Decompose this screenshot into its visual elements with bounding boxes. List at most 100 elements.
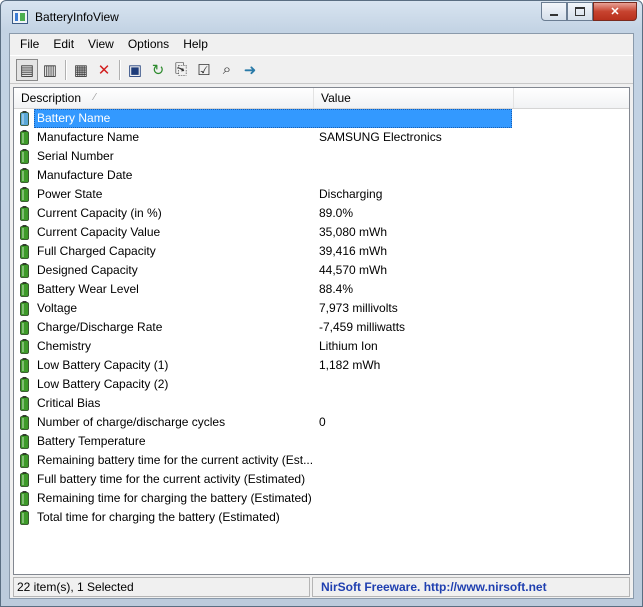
list-item[interactable]: Battery Wear Level 88.4% [14,280,629,299]
column-description-label: Description [21,91,82,105]
copy-icon: ⎘ [174,61,187,78]
menu-file[interactable]: File [13,34,46,54]
toolbar-separator [119,59,121,80]
row-description: Low Battery Capacity (2) [37,377,169,391]
list-item[interactable]: Voltage 7,973 millivolts [14,299,629,318]
close-button[interactable]: ✕ [593,2,637,21]
row-description: Designed Capacity [37,263,138,277]
row-value: 88.4% [319,282,354,296]
list-item[interactable]: Manufacture Date [14,166,629,185]
row-description: Battery Name [34,109,512,128]
row-description: Battery Temperature [37,434,146,448]
battery-icon [20,244,29,259]
menu-view[interactable]: View [81,34,121,54]
refresh-icon: ↻ [151,61,165,79]
properties-window-icon: ☑ [197,61,211,79]
exit-button[interactable]: ➜ [239,59,261,81]
caption-buttons: ✕ [541,2,637,21]
row-description: Low Battery Capacity (1) [37,358,169,372]
row-value: Discharging [319,187,383,201]
menu-bar: File Edit View Options Help [10,34,633,54]
properties-button[interactable]: ▦ [70,59,92,81]
list-item[interactable]: Total time for charging the battery (Est… [14,508,629,527]
battery-icon [20,472,29,487]
list-item[interactable]: Chemistry Lithium Ion [14,337,629,356]
list-item[interactable]: Battery Name [14,109,629,128]
html-report-selected-button[interactable]: ▥ [39,59,61,81]
list-rows: Battery Name Manufacture Name SAMSUNG Elec… [14,109,629,527]
row-description: Remaining battery time for the current a… [37,453,314,467]
save-button[interactable]: ▣ [124,59,146,81]
html-report-all-button[interactable]: ▤ [16,58,38,81]
battery-icon [20,491,29,506]
minimize-button[interactable] [541,2,567,21]
maximize-button[interactable] [567,2,593,21]
exit-icon: ➜ [243,61,257,79]
refresh-button[interactable]: ↻ [147,59,169,81]
row-value: 39,416 mWh [319,244,388,258]
battery-icon [20,434,29,449]
list-item[interactable]: Charge/Discharge Rate -7,459 milliwatts [14,318,629,337]
menu-options[interactable]: Options [121,34,176,54]
row-value: 89.0% [319,206,354,220]
list-item[interactable]: Full Charged Capacity 39,416 mWh [14,242,629,261]
battery-icon [20,377,29,392]
list-item[interactable]: Remaining time for charging the battery … [14,489,629,508]
delete-icon: ✕ [97,61,111,79]
client-area: File Edit View Options Help ▤ ▥ ▦ ✕ ▣ ↻ ⎘ ☑ ⌕ ➜ D… [9,33,634,599]
row-description: Voltage [37,301,78,315]
row-description: Battery Wear Level [37,282,139,296]
list-item[interactable]: Number of charge/discharge cycles 0 [14,413,629,432]
battery-icon [20,111,29,126]
status-item-count: 22 item(s), 1 Selected [13,577,310,597]
row-description: Chemistry [37,339,92,353]
row-value: SAMSUNG Electronics [319,130,442,144]
toolbar-separator [65,59,67,80]
list-item[interactable]: Power State Discharging [14,185,629,204]
find-icon: ⌕ [222,61,232,78]
row-description: Remaining time for charging the battery … [37,491,312,505]
list-item[interactable]: Low Battery Capacity (1) 1,182 mWh [14,356,629,375]
list-item[interactable]: Remaining battery time for the current a… [14,451,629,470]
battery-icon [20,339,29,354]
list-item[interactable]: Full battery time for the current activi… [14,470,629,489]
row-description: Manufacture Date [37,168,133,182]
battery-icon [20,320,29,335]
battery-icon [20,453,29,468]
html-report-all-icon: ▤ [19,61,35,79]
list-item[interactable]: Current Capacity Value 35,080 mWh [14,223,629,242]
battery-icon [20,263,29,278]
delete-button[interactable]: ✕ [93,59,115,81]
row-description: Serial Number [37,149,114,163]
row-description: Critical Bias [37,396,101,410]
row-value: 7,973 millivolts [319,301,398,315]
list-item[interactable]: Low Battery Capacity (2) [14,375,629,394]
column-header-description[interactable]: Description ⁄ [14,88,314,108]
row-description: Full Charged Capacity [37,244,156,258]
row-value: 0 [319,415,326,429]
row-description: Number of charge/discharge cycles [37,415,226,429]
list-item[interactable]: Serial Number [14,147,629,166]
list-item[interactable]: Manufacture Name SAMSUNG Electronics [14,128,629,147]
save-icon: ▣ [127,61,143,79]
column-value-label: Value [321,91,351,105]
list-item[interactable]: Battery Temperature [14,432,629,451]
row-description: Power State [37,187,103,201]
battery-icon [20,396,29,411]
find-button[interactable]: ⌕ [216,59,238,81]
menu-help[interactable]: Help [176,34,215,54]
menu-edit[interactable]: Edit [46,34,81,54]
row-value: -7,459 milliwatts [319,320,406,334]
title-bar[interactable]: BatteryInfoView ✕ [1,1,642,33]
battery-icon [20,415,29,430]
column-header-value[interactable]: Value [314,88,514,108]
nirsoft-link[interactable]: NirSoft Freeware. http://www.nirsoft.net [312,577,630,597]
copy-button[interactable]: ⎘ [170,59,192,81]
list-item[interactable]: Critical Bias [14,394,629,413]
list-item[interactable]: Current Capacity (in %) 89.0% [14,204,629,223]
properties-window-button[interactable]: ☑ [193,59,215,81]
status-bar: 22 item(s), 1 Selected NirSoft Freeware.… [13,577,630,597]
list-item[interactable]: Designed Capacity 44,570 mWh [14,261,629,280]
battery-info-list[interactable]: Description ⁄ Value Battery Name Manufact… [13,87,630,575]
row-description: Current Capacity (in %) [37,206,162,220]
